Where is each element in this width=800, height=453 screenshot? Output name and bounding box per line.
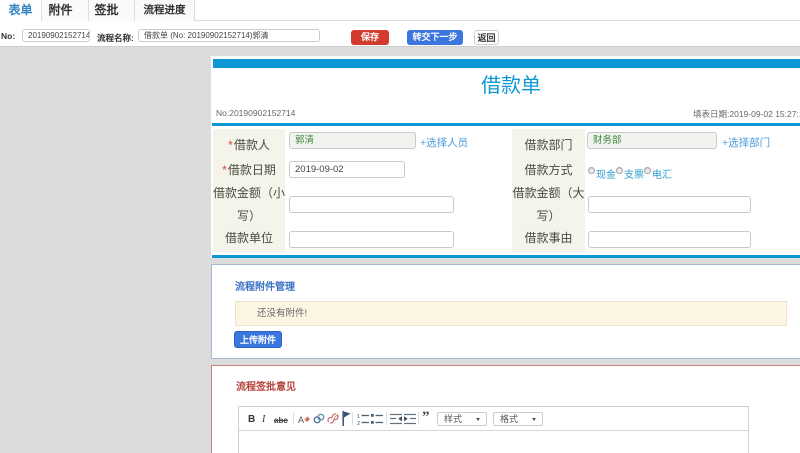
svg-text:A: A	[298, 415, 304, 425]
svg-text:1: 1	[357, 414, 360, 420]
svg-text:2: 2	[357, 421, 360, 425]
